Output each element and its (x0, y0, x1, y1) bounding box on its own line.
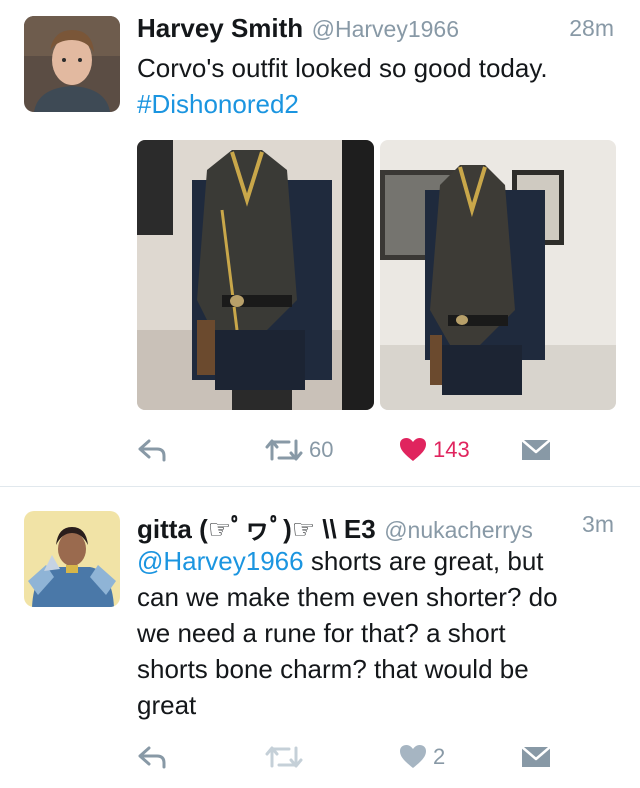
retweet-button[interactable]: 60 (265, 434, 333, 466)
tweet-text-line: great (137, 690, 197, 720)
display-name[interactable]: gitta (☞ﾟヮﾟ)☞ \\ E3 (137, 514, 376, 544)
mannequin-outfit-photo-icon (380, 140, 616, 410)
heart-icon (400, 745, 426, 768)
tweet-header: Harvey Smith @Harvey1966 28m (137, 13, 614, 45)
retweet-icon (265, 439, 303, 461)
tweet-actions: 60 143 (137, 434, 597, 466)
tweet-text-line: Corvo's outfit looked so good today. (137, 53, 548, 83)
heart-icon (400, 438, 426, 461)
avatar[interactable] (24, 16, 120, 112)
tweet-header: gitta (☞ﾟヮﾟ)☞ \\ E3 @nukacherrys 3m (137, 509, 614, 544)
mention-link[interactable]: @Harvey1966 (137, 546, 304, 576)
tweet-text: @Harvey1966 shorts are great, but can we… (137, 543, 616, 723)
person-photo-icon (24, 16, 120, 112)
tweet-text-line: we need a rune for that? a short (137, 618, 506, 648)
tweet-actions: 2 (137, 741, 597, 773)
like-button[interactable]: 2 (399, 741, 445, 773)
retweet-count: 60 (309, 437, 334, 462)
username[interactable]: @nukacherrys (384, 517, 533, 543)
reply-button[interactable] (137, 741, 167, 773)
tweet-photo-1[interactable] (137, 140, 374, 410)
direct-message-button[interactable] (521, 434, 551, 466)
direct-message-button[interactable] (521, 741, 551, 773)
reply-icon (138, 439, 166, 462)
retweet-button[interactable] (265, 741, 303, 773)
dm-envelope-icon (521, 439, 551, 460)
dm-envelope-icon (521, 746, 551, 767)
tweet-text-line: shorts bone charm? that would be (137, 654, 529, 684)
tweet-text-segment: shorts are great, but (303, 546, 544, 576)
tweet-gitta[interactable]: gitta (☞ﾟヮﾟ)☞ \\ E3 @nukacherrys 3m @Har… (0, 487, 640, 788)
tweet-text-line: @Harvey1966 shorts are great, but (137, 543, 616, 579)
timestamp: 28m (569, 15, 614, 41)
reply-icon (138, 746, 166, 769)
tweet-photo-2[interactable] (380, 140, 616, 410)
like-count: 2 (433, 744, 446, 769)
character-art-avatar-icon (24, 511, 120, 607)
username[interactable]: @Harvey1966 (312, 16, 459, 42)
retweet-icon (265, 746, 303, 768)
tweet-harvey[interactable]: Harvey Smith @Harvey1966 28m Corvo's out… (0, 0, 640, 486)
like-count: 143 (433, 437, 470, 462)
tweet-text: Corvo's outfit looked so good today. #Di… (137, 50, 616, 122)
timestamp: 3m (582, 511, 614, 537)
like-button[interactable]: 143 (399, 434, 470, 466)
display-name[interactable]: Harvey Smith (137, 13, 303, 43)
avatar[interactable] (24, 511, 120, 607)
mannequin-outfit-photo-icon (137, 140, 374, 410)
reply-button[interactable] (137, 434, 167, 466)
tweet-text-line: can we make them even shorter? do (137, 582, 558, 612)
hashtag-link[interactable]: #Dishonored2 (137, 86, 616, 122)
